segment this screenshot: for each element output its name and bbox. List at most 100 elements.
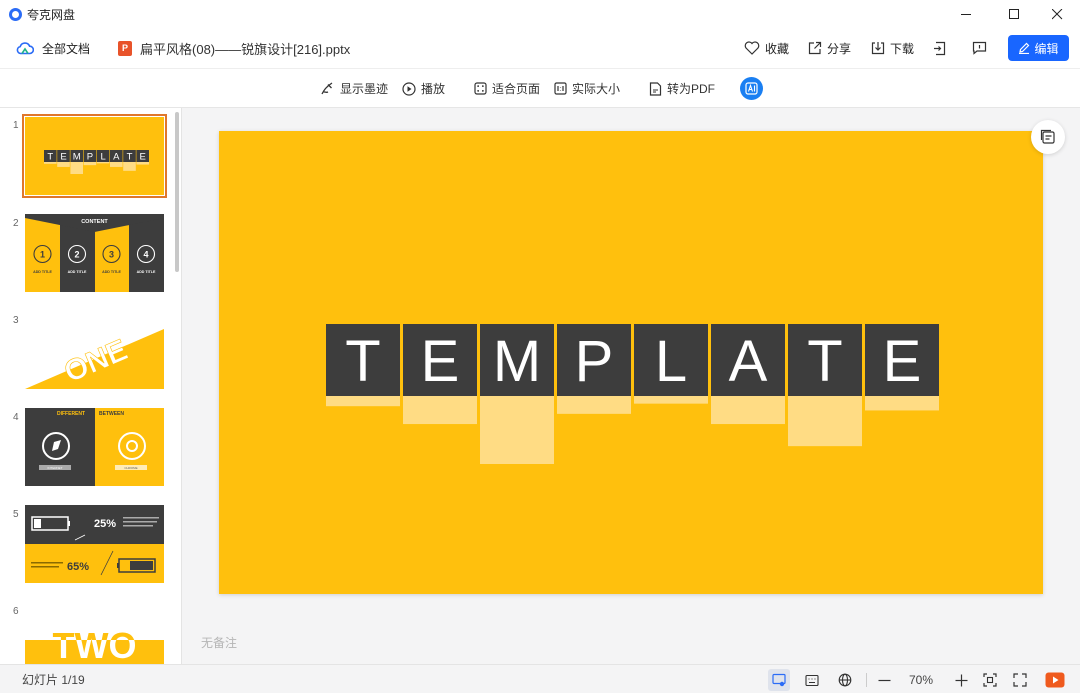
thumb1-template-drop-7	[123, 162, 136, 171]
thumb1-template-letter-5: L	[100, 151, 105, 162]
normal-view-icon	[772, 673, 786, 687]
comment-icon	[972, 41, 987, 55]
actual-size-icon	[554, 82, 567, 95]
thumbnail-4-left: DIFFERENT	[57, 411, 85, 417]
close-icon	[1051, 8, 1062, 19]
convert-pdf-label: 转为PDF	[667, 82, 716, 96]
minimize-icon	[960, 13, 971, 15]
thumbnail-slide-3[interactable]: ONE	[25, 311, 164, 389]
thumbnail-slide-2-preview: CONTENT 1 ADD TITLE 2 ADD TITLE 3 ADD TITLE 4 A…	[25, 214, 164, 292]
thumb1-template-drop-4	[83, 162, 97, 166]
status-bar: 幻灯片 1/19 70%	[0, 664, 1080, 693]
ai-assistant-button[interactable]	[740, 77, 763, 100]
thumbnail-slide-5[interactable]: 25% 65%	[25, 505, 164, 583]
share-label: 分享	[827, 41, 852, 56]
play-icon	[402, 81, 416, 96]
pptx-file-icon: P	[118, 40, 133, 56]
convert-pdf-button[interactable]: 转为PDF	[649, 69, 715, 108]
minus-icon	[878, 679, 890, 681]
file-name: 扁平风格(08)——锐旗设计[216].pptx	[140, 41, 351, 57]
thumb1-template-letter-8: E	[140, 151, 146, 162]
thumbnail-5-top-pct: 25%	[94, 518, 116, 530]
slide-template-drop-6	[711, 396, 785, 425]
actual-size-button[interactable]: 实际大小	[554, 69, 620, 108]
slide-template-drop-1	[326, 396, 400, 407]
thumb1-template-drop-6	[110, 162, 123, 167]
slide-tool-button[interactable]	[1031, 120, 1065, 154]
save-to-device-button[interactable]	[933, 28, 952, 68]
cloud-icon[interactable]	[16, 41, 34, 55]
fullscreen-button[interactable]	[1009, 669, 1031, 691]
maximize-icon	[1008, 8, 1019, 19]
notes-view-button[interactable]	[801, 669, 823, 691]
app-name: 夸克网盘	[27, 7, 76, 22]
thumbnail-5-bottom-pct: 65%	[67, 561, 89, 573]
thumbnail-slide-2[interactable]: CONTENT 1 ADD TITLE 2 ADD TITLE 3 ADD TITLE 4 A…	[25, 214, 164, 292]
edit-button[interactable]: 编辑	[1008, 35, 1069, 61]
pencil-icon	[1019, 42, 1030, 54]
thumbnail-scrollbar[interactable]	[175, 112, 179, 272]
thumb2-caption-2: ADD TITLE	[68, 270, 87, 274]
heart-icon	[744, 41, 760, 55]
play-label: 播放	[421, 82, 446, 96]
slide-template-letter-7: T	[807, 329, 842, 394]
thumbnail-slide-3-preview: ONE	[25, 311, 164, 389]
slide-template-drop-2	[403, 396, 477, 425]
slideshow-button[interactable]	[1044, 669, 1066, 691]
slide-template-letter-5: L	[655, 329, 687, 394]
current-slide[interactable]: TEMPLATE	[219, 131, 1043, 594]
normal-view-button[interactable]	[768, 669, 790, 691]
play-button[interactable]: 播放	[402, 69, 445, 108]
share-icon	[808, 41, 822, 55]
zoom-level: 70%	[909, 672, 934, 687]
favorite-button[interactable]: 收藏	[744, 28, 789, 68]
web-view-button[interactable]	[834, 669, 856, 691]
status-separator	[866, 673, 867, 687]
download-button[interactable]: 下载	[871, 28, 914, 68]
fit-page-button[interactable]: 适合页面	[474, 69, 540, 108]
slide-template-letter-6: A	[729, 329, 768, 394]
thumbnail-slide-1[interactable]: TEMPLATE	[22, 114, 167, 198]
thumb1-template-letter-6: A	[113, 151, 120, 162]
thumb2-number-1: 1	[40, 250, 45, 260]
maximize-button[interactable]	[991, 0, 1037, 28]
fit-screen-button[interactable]	[979, 669, 1001, 691]
fit-page-icon	[474, 82, 487, 95]
pdf-icon	[649, 81, 662, 96]
template-title-graphic: TEMPLATE	[326, 324, 939, 464]
thumbnail-slide-1-preview: TEMPLATE	[25, 117, 164, 195]
slide-template-drop-8	[865, 396, 939, 411]
comment-button[interactable]	[972, 28, 992, 68]
thumbnail-slide-6[interactable]: TWO TWO	[25, 602, 164, 664]
slide-thumbnail-panel[interactable]: 1 TEMPLATE 2 CONTENT 1 ADD TITLE 2 ADD TITL…	[0, 108, 182, 664]
actual-size-label: 实际大小	[572, 82, 621, 96]
zoom-in-button[interactable]	[950, 669, 972, 691]
keyboard-icon	[805, 674, 819, 686]
thumb2-number-4: 4	[143, 250, 148, 260]
slide-template-drop-5	[634, 396, 708, 404]
all-documents-link[interactable]: 全部文档	[42, 40, 90, 57]
thumbnail-slide-4[interactable]: DIFFERENT BETWEEN INTERNET CHROME	[25, 408, 164, 486]
download-icon	[871, 42, 885, 55]
ai-icon	[745, 82, 758, 95]
thumb1-template-letter-7: T	[127, 151, 133, 162]
minimize-button[interactable]	[943, 0, 989, 28]
fit-page-label: 适合页面	[492, 82, 541, 96]
export-icon	[934, 41, 946, 55]
thumb2-number-2: 2	[74, 250, 79, 260]
download-label: 下载	[890, 41, 915, 56]
thumb1-template-letter-1: T	[47, 151, 53, 162]
show-ink-label: 显示墨迹	[340, 82, 389, 96]
show-ink-button[interactable]: 显示墨迹	[320, 69, 388, 108]
close-button[interactable]	[1034, 0, 1080, 28]
thumbnail-number: 3	[13, 315, 19, 326]
ink-icon	[321, 82, 333, 95]
thumbnail-slide-4-preview: DIFFERENT BETWEEN INTERNET CHROME	[25, 408, 164, 486]
thumbnail-number: 4	[13, 412, 19, 423]
slide-template-letter-2: E	[421, 329, 460, 394]
zoom-out-button[interactable]	[873, 669, 895, 691]
slides-panel-icon	[1040, 129, 1055, 144]
slide-template-letter-3: M	[493, 329, 541, 394]
share-button[interactable]: 分享	[808, 28, 851, 68]
thumbnail-number: 2	[13, 218, 19, 229]
